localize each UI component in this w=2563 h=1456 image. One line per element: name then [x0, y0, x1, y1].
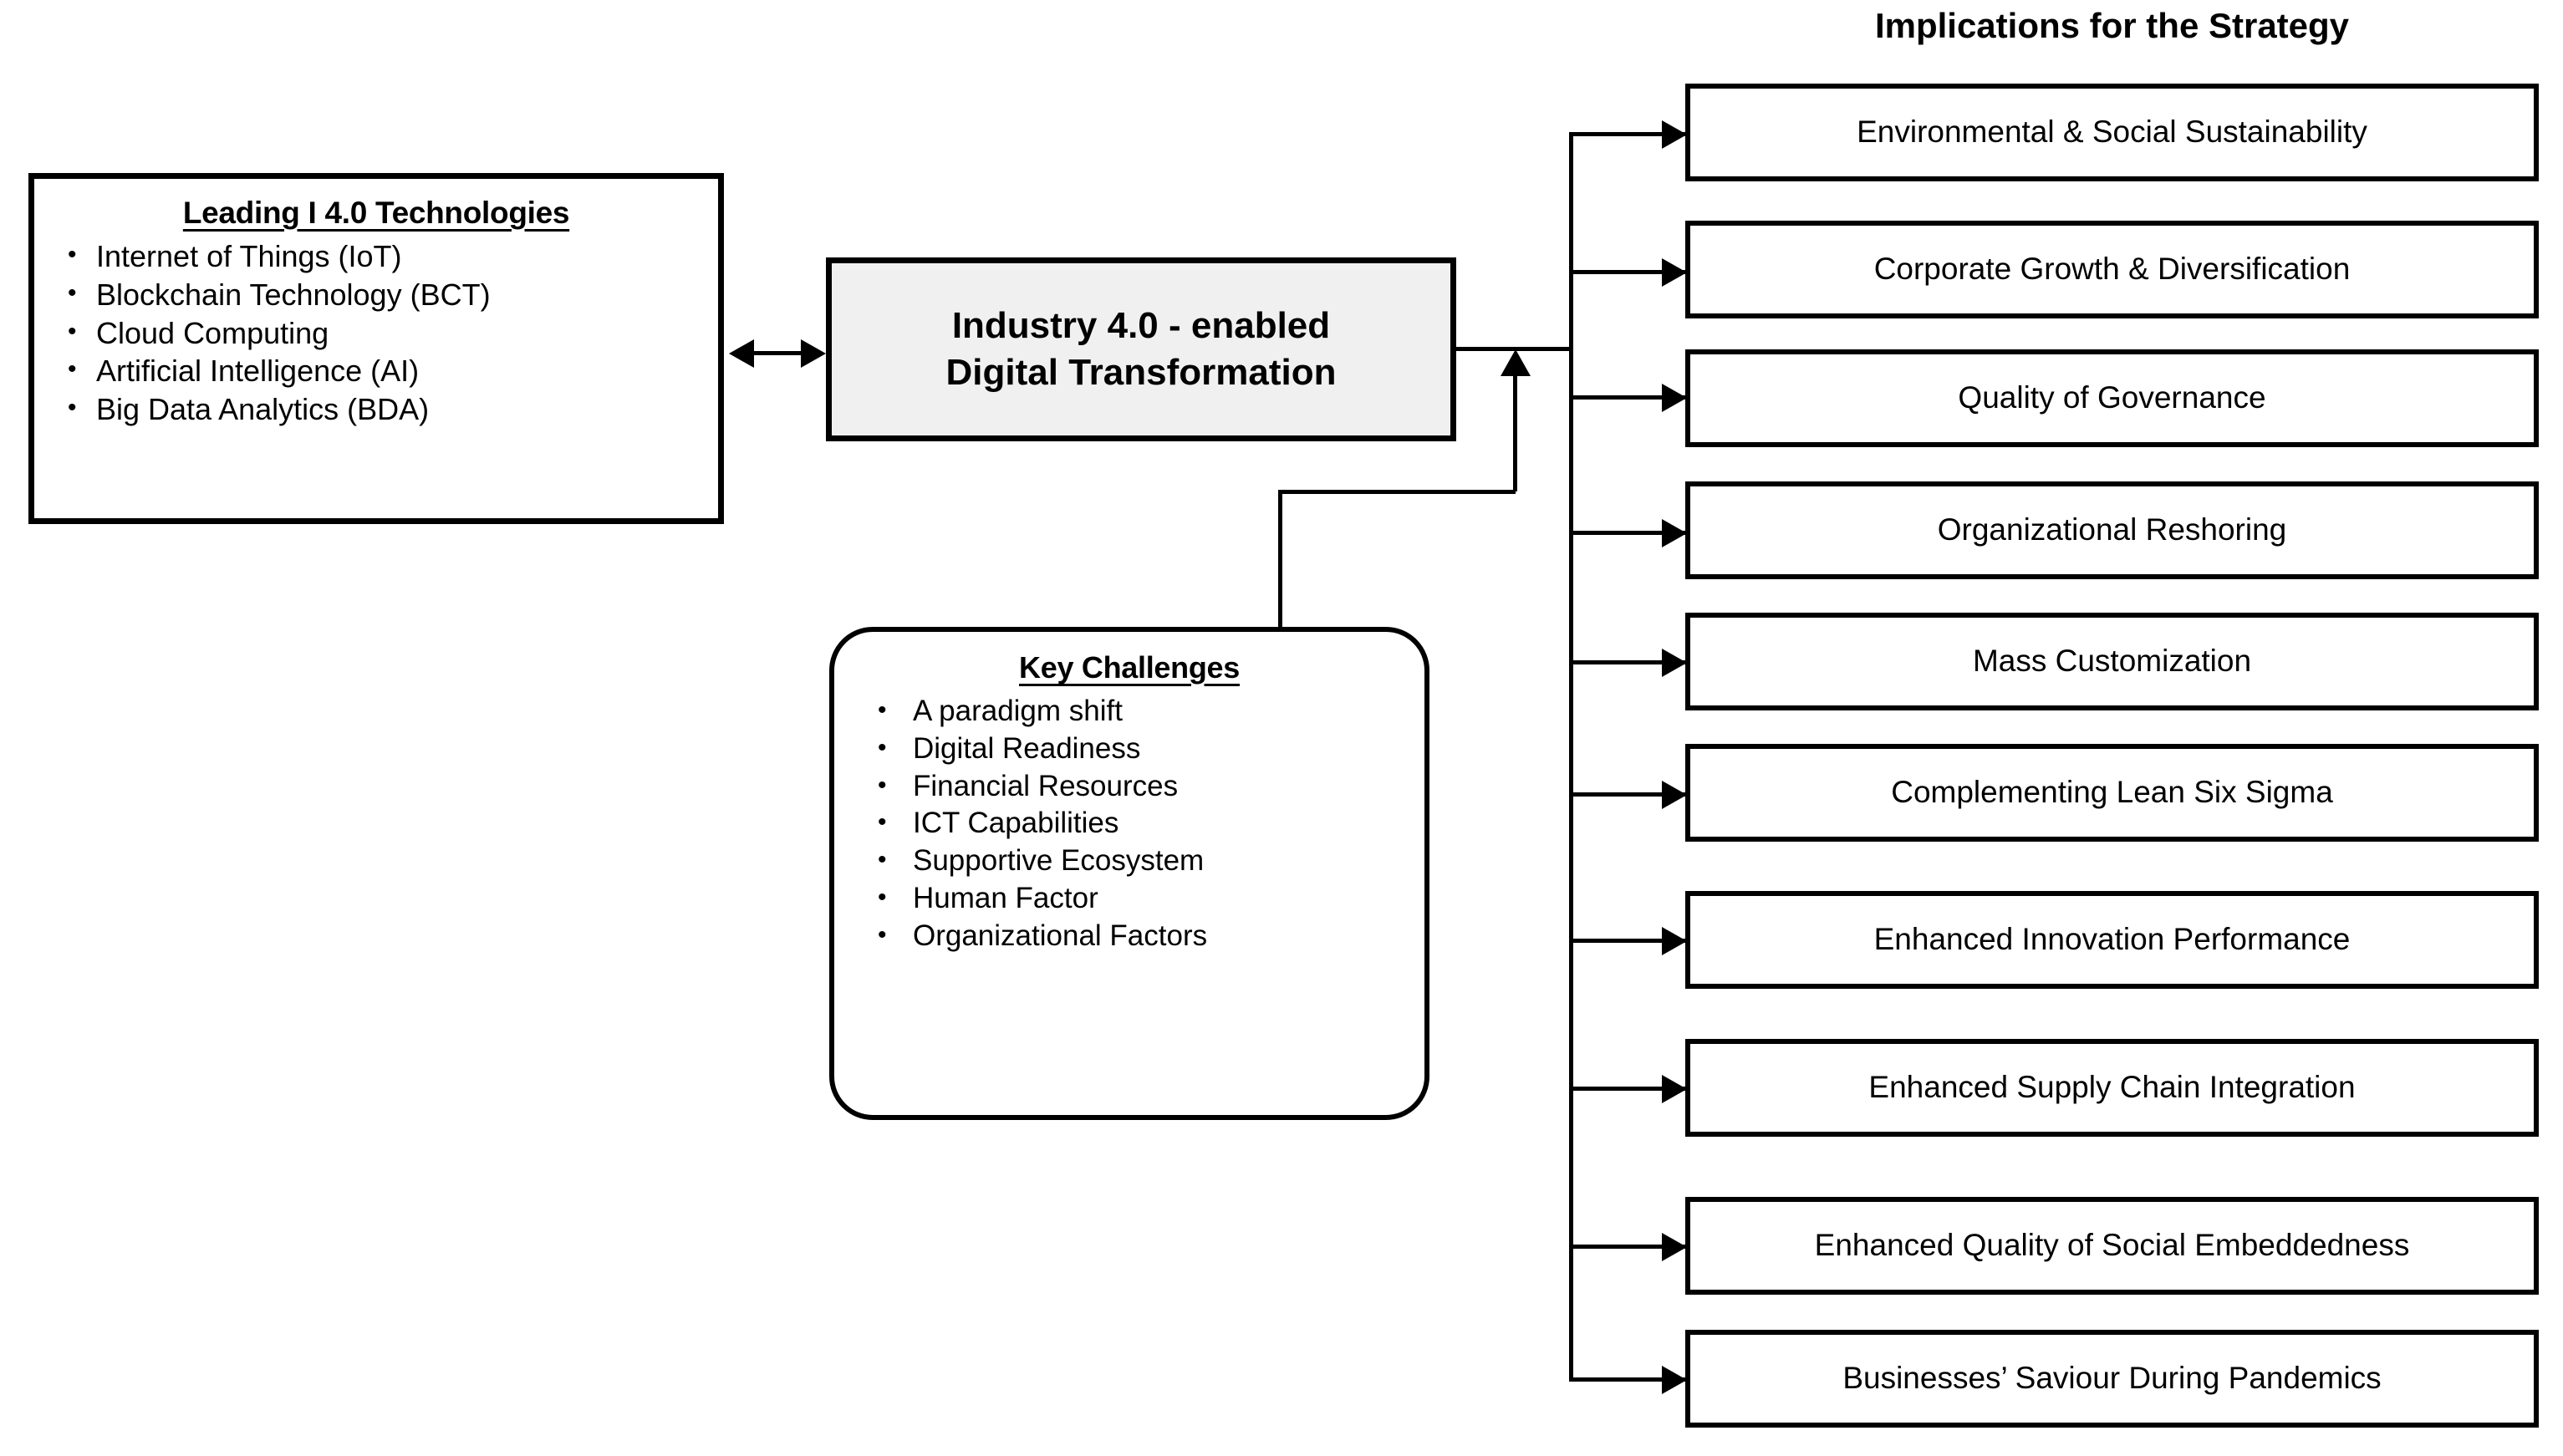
implication-arrowhead — [1662, 927, 1687, 955]
implication-box-10[interactable]: Businesses’ Saviour During Pandemics — [1685, 1330, 2539, 1428]
implication-label: Quality of Governance — [1958, 380, 2266, 415]
list-item: • Cloud Computing — [63, 314, 718, 353]
list-item: • Supportive Ecosystem — [873, 843, 1424, 880]
list-item: • ICT Capabilities — [873, 805, 1424, 843]
implication-label: Businesses’ Saviour During Pandemics — [1842, 1361, 2382, 1396]
implication-arrowhead — [1662, 781, 1687, 809]
implication-box-1[interactable]: Environmental & Social Sustainability — [1685, 84, 2539, 181]
implication-label: Organizational Reshoring — [1937, 512, 2287, 547]
bullet-icon: • — [878, 771, 887, 799]
implication-label: Enhanced Quality of Social Embeddedness — [1814, 1228, 2410, 1263]
core-concept-label: Industry 4.0 - enabled Digital Transform… — [945, 304, 1337, 393]
bullet-icon: • — [68, 317, 77, 345]
key-challenges-box: Key Challenges • A paradigm shift • Digi… — [829, 627, 1429, 1120]
implication-box-9[interactable]: Enhanced Quality of Social Embeddedness — [1685, 1197, 2539, 1295]
implication-box-2[interactable]: Corporate Growth & Diversification — [1685, 221, 2539, 318]
implication-box-8[interactable]: Enhanced Supply Chain Integration — [1685, 1039, 2539, 1137]
implications-trunk-line — [1569, 132, 1573, 1379]
bullet-icon: • — [68, 355, 77, 384]
list-item-label: Artificial Intelligence (AI) — [96, 354, 420, 389]
implication-box-3[interactable]: Quality of Governance — [1685, 349, 2539, 447]
list-item: • Human Factor — [873, 880, 1424, 918]
implication-arrowhead — [1662, 1233, 1687, 1261]
implication-arrowhead — [1662, 120, 1687, 149]
tech-core-connector-line — [752, 351, 803, 355]
implication-box-5[interactable]: Mass Customization — [1685, 613, 2539, 710]
challenges-connector-horizontal — [1278, 490, 1516, 494]
key-challenges-list: • A paradigm shift • Digital Readiness •… — [873, 693, 1424, 955]
list-item-label: Supportive Ecosystem — [913, 844, 1205, 878]
bullet-icon: • — [878, 920, 887, 949]
implication-box-4[interactable]: Organizational Reshoring — [1685, 481, 2539, 579]
implication-arrowhead — [1662, 519, 1687, 547]
list-item: • A paradigm shift — [873, 693, 1424, 731]
list-item-label: Organizational Factors — [913, 919, 1208, 952]
challenges-connector-arrowhead — [1501, 349, 1531, 376]
leading-technologies-title: Leading I 4.0 Technologies — [182, 196, 570, 230]
list-item-label: Blockchain Technology (BCT) — [96, 277, 491, 312]
implication-label: Enhanced Supply Chain Integration — [1868, 1070, 2356, 1105]
bullet-icon: • — [878, 808, 887, 837]
implication-arrowhead — [1662, 384, 1687, 412]
tech-core-arrowhead-right — [801, 339, 826, 368]
list-item-label: Internet of Things (IoT) — [96, 239, 402, 274]
list-item-label: Cloud Computing — [96, 315, 329, 350]
core-trunk-connector — [1456, 347, 1572, 351]
bullet-icon: • — [68, 241, 77, 269]
implication-arrowhead — [1662, 1366, 1687, 1394]
bullet-icon: • — [878, 846, 887, 874]
implication-arrowhead — [1662, 649, 1687, 677]
list-item-label: Human Factor — [913, 881, 1098, 914]
implication-label: Mass Customization — [1972, 644, 2252, 679]
implication-box-6[interactable]: Complementing Lean Six Sigma — [1685, 744, 2539, 842]
list-item-label: Financial Resources — [913, 769, 1179, 802]
challenges-connector-vertical-b — [1513, 374, 1517, 491]
list-item: • Big Data Analytics (BDA) — [63, 390, 718, 429]
implication-arrowhead — [1662, 1075, 1687, 1103]
implication-label: Complementing Lean Six Sigma — [1891, 775, 2333, 810]
implication-label: Environmental & Social Sustainability — [1857, 115, 2367, 150]
list-item: • Artificial Intelligence (AI) — [63, 352, 718, 390]
implication-label: Corporate Growth & Diversification — [1873, 252, 2351, 287]
tech-core-arrowhead-left — [729, 339, 754, 368]
leading-technologies-box: Leading I 4.0 Technologies • Internet of… — [28, 173, 724, 524]
core-concept-box: Industry 4.0 - enabled Digital Transform… — [826, 257, 1456, 441]
list-item-label: Digital Readiness — [913, 731, 1141, 765]
bullet-icon: • — [68, 278, 77, 307]
diagram-canvas: Leading I 4.0 Technologies • Internet of… — [0, 0, 2563, 1456]
implications-title: Implications for the Strategy — [1874, 6, 2350, 45]
list-item-label: ICT Capabilities — [913, 807, 1119, 840]
list-item: • Digital Readiness — [873, 731, 1424, 768]
list-item: • Blockchain Technology (BCT) — [63, 276, 718, 314]
implication-box-7[interactable]: Enhanced Innovation Performance — [1685, 891, 2539, 989]
bullet-icon: • — [878, 696, 887, 724]
bullet-icon: • — [878, 733, 887, 761]
implication-label: Enhanced Innovation Performance — [1873, 922, 2351, 957]
challenges-connector-vertical-a — [1278, 490, 1282, 630]
bullet-icon: • — [878, 883, 887, 911]
list-item: • Internet of Things (IoT) — [63, 237, 718, 276]
list-item: • Organizational Factors — [873, 918, 1424, 955]
key-challenges-title: Key Challenges — [1019, 650, 1240, 685]
list-item-label: Big Data Analytics (BDA) — [96, 392, 430, 427]
list-item: • Financial Resources — [873, 768, 1424, 806]
list-item-label: A paradigm shift — [913, 695, 1123, 727]
leading-technologies-list: • Internet of Things (IoT) • Blockchain … — [63, 237, 718, 429]
bullet-icon: • — [68, 394, 77, 422]
implication-arrowhead — [1662, 258, 1687, 287]
